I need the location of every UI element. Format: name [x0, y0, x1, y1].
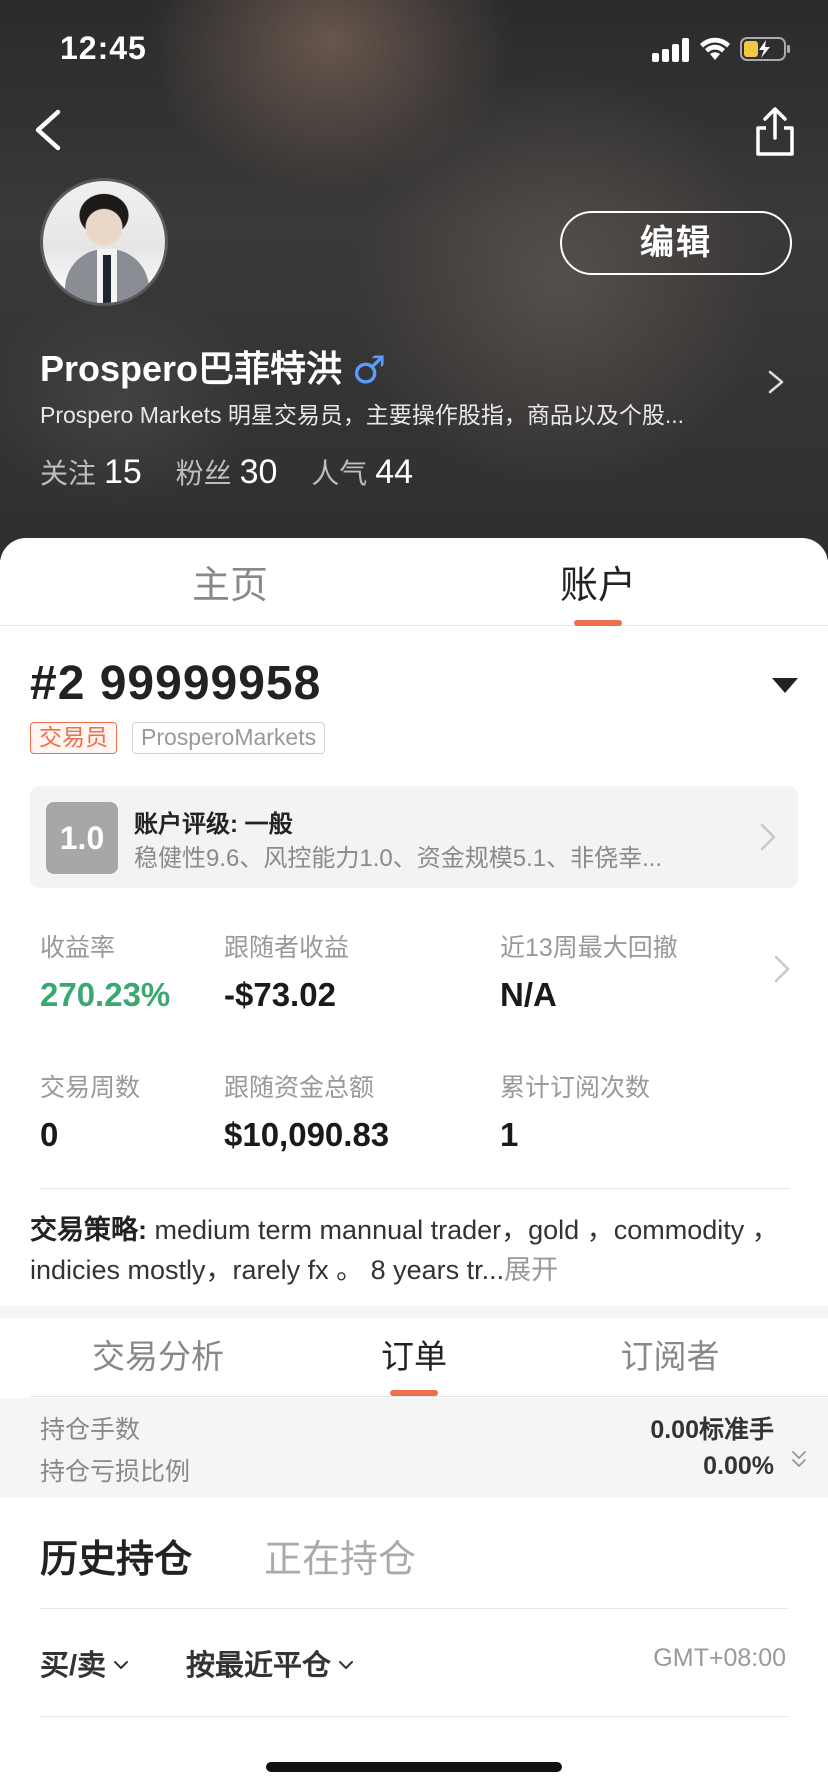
sort-filter-label: 按最近平仓	[186, 1650, 332, 1682]
section-gap	[0, 1306, 828, 1318]
sort-filter-dropdown[interactable]: 按最近平仓	[186, 1642, 355, 1684]
tab-open-positions[interactable]: 正在持仓	[264, 1528, 416, 1583]
following-label[interactable]: 关注	[40, 458, 96, 489]
double-chevron-down-icon[interactable]	[790, 1448, 808, 1470]
chevron-right-icon[interactable]	[772, 952, 792, 986]
back-button[interactable]	[22, 100, 78, 160]
tab-active-indicator	[574, 620, 622, 626]
user-name-text: Prospero巴菲特洪	[40, 348, 343, 389]
tab-account[interactable]: 账户	[508, 554, 688, 609]
chevron-down-icon	[114, 1661, 129, 1669]
caret-down-icon[interactable]	[772, 678, 798, 693]
male-gender-icon: ♂	[352, 348, 387, 392]
rating-score: 1.0	[46, 802, 118, 874]
user-bio[interactable]: Prospero Markets 明星交易员，主要操作股指，商品以及个股...	[40, 396, 730, 430]
timezone-label: GMT+08:00	[653, 1644, 786, 1672]
followers-label[interactable]: 粉丝	[176, 458, 232, 489]
trading-strategy: 交易策略: medium term mannual trader，gold ，c…	[30, 1210, 800, 1290]
account-number: #2 99999958	[30, 657, 322, 710]
status-time: 12:45	[60, 30, 147, 66]
following-count[interactable]: 15	[104, 453, 142, 491]
edit-profile-button[interactable]: 编辑	[560, 211, 792, 275]
order-tabs: 交易分析 订单 订阅者	[0, 1318, 828, 1398]
tab-history-positions[interactable]: 历史持仓	[40, 1528, 192, 1583]
pnl-ratio-value: 0.00%	[703, 1452, 774, 1480]
broker-badge: ProsperoMarkets	[132, 722, 326, 754]
lots-value: 0.00标准手	[650, 1416, 774, 1444]
main-tabs: 主页 账户	[0, 538, 828, 626]
divider	[40, 1608, 788, 1609]
followers-count[interactable]: 30	[240, 453, 278, 491]
trading-weeks-label: 交易周数	[40, 1074, 141, 1102]
popularity-count: 44	[375, 453, 414, 491]
divider	[40, 1716, 788, 1717]
status-bar: 12:45	[0, 0, 828, 100]
share-button[interactable]	[750, 104, 800, 160]
rating-title: 账户评级: 一般	[134, 811, 293, 838]
follow-funds-value: $10,090.83	[224, 1116, 390, 1153]
max-drawdown-value: N/A	[500, 976, 557, 1013]
subscription-count-label: 累计订阅次数	[500, 1074, 651, 1102]
chevron-down-icon	[339, 1661, 354, 1669]
side-filter-dropdown[interactable]: 买/卖	[40, 1642, 130, 1684]
follower-profit-value: -$73.02	[224, 976, 336, 1013]
rating-detail: 稳健性9.6、风控能力1.0、资金规模5.1、非侥幸...	[134, 845, 663, 872]
chevron-right-icon	[760, 823, 776, 851]
avatar[interactable]	[40, 178, 168, 306]
tab-subscribers[interactable]: 订阅者	[570, 1330, 770, 1378]
side-filter-label: 买/卖	[40, 1650, 107, 1682]
trading-weeks-value: 0	[40, 1116, 59, 1153]
home-indicator[interactable]	[266, 1762, 562, 1772]
profile-header: 12:45 编辑 Prospero巴菲特洪 ♂ Prospero Markets…	[0, 0, 828, 560]
tab-home[interactable]: 主页	[140, 554, 320, 609]
user-name: Prospero巴菲特洪 ♂	[40, 340, 386, 392]
follower-profit-label: 跟随者收益	[224, 934, 350, 962]
cellular-signal-icon	[652, 38, 692, 62]
max-drawdown-label: 近13周最大回撤	[500, 934, 678, 962]
lots-label: 持仓手数	[40, 1416, 141, 1444]
popularity-label: 人气	[311, 458, 368, 489]
return-rate-value: 270.23%	[40, 976, 171, 1013]
chevron-right-icon[interactable]	[764, 366, 788, 398]
account-rating-card[interactable]: 1.0 账户评级: 一般 稳健性9.6、风控能力1.0、资金规模5.1、非侥幸.…	[30, 786, 798, 888]
pnl-ratio-label: 持仓亏损比例	[40, 1458, 191, 1486]
tab-orders[interactable]: 订单	[314, 1330, 514, 1378]
return-rate-label: 收益率	[40, 934, 116, 962]
expand-link[interactable]: 展开	[504, 1255, 558, 1285]
battery-charging-icon	[740, 37, 790, 61]
tab-trade-analysis[interactable]: 交易分析	[58, 1330, 258, 1378]
follow-funds-label: 跟随资金总额	[224, 1074, 375, 1102]
divider	[40, 1188, 790, 1189]
position-summary[interactable]: 持仓手数 0.00标准手 持仓亏损比例 0.00%	[0, 1398, 828, 1498]
divider	[30, 1396, 828, 1397]
follow-stats: 关注 15 粉丝 30 人气 44	[40, 452, 439, 492]
wifi-icon	[700, 37, 730, 60]
trader-badge: 交易员	[30, 722, 117, 754]
content-sheet: 主页 账户 #2 99999958 交易员 ProsperoMarkets 1.…	[0, 538, 828, 1792]
strategy-label: 交易策略:	[30, 1215, 147, 1245]
subscription-count-value: 1	[500, 1116, 519, 1153]
